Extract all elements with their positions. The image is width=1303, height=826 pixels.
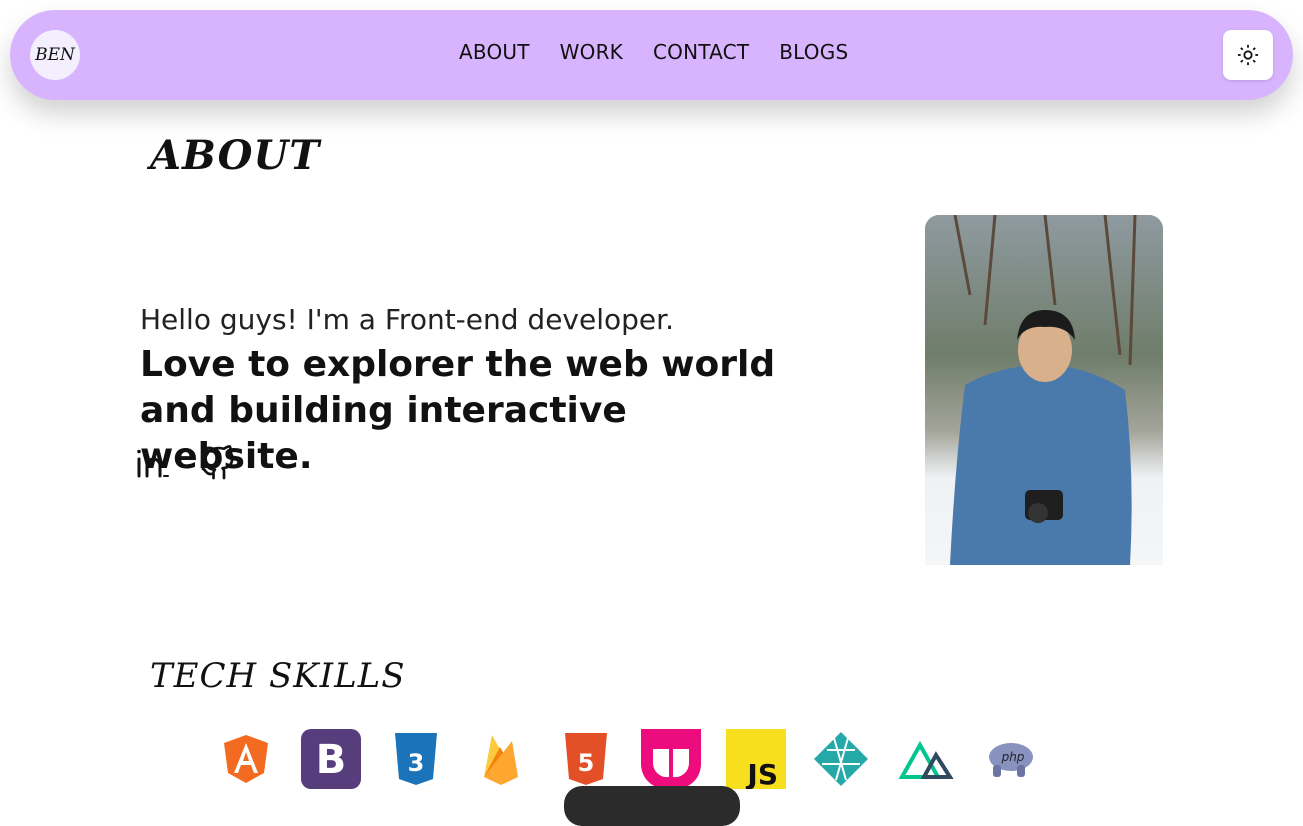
- php-icon: php: [980, 728, 1042, 790]
- theme-toggle-button[interactable]: [1223, 30, 1273, 80]
- svg-text:php: php: [1001, 750, 1025, 764]
- intro-tagline: Love to explorer the web world and build…: [140, 344, 776, 477]
- bootstrap-icon: B: [300, 728, 362, 790]
- social-links: [134, 445, 236, 481]
- javascript-icon: JS: [725, 728, 787, 790]
- nav-link-work[interactable]: WORK: [560, 40, 623, 64]
- svg-text:5: 5: [578, 749, 595, 777]
- jest-icon: [640, 728, 702, 790]
- nav-link-about[interactable]: ABOUT: [459, 40, 530, 64]
- svg-text:B: B: [316, 737, 347, 783]
- nav-links: ABOUT WORK CONTACT BLOGS: [459, 40, 848, 64]
- css3-icon: 3: [385, 728, 447, 790]
- svg-text:JS: JS: [745, 758, 778, 789]
- svg-text:3: 3: [408, 749, 425, 777]
- sun-icon: [1237, 44, 1259, 66]
- tech-skills-title: TECH SKILLS: [150, 656, 406, 696]
- nav-link-contact[interactable]: CONTACT: [653, 40, 749, 64]
- logo[interactable]: BEN: [30, 30, 80, 80]
- html5-icon: 5: [555, 728, 617, 790]
- github-icon[interactable]: [200, 445, 236, 481]
- intro-greeting: Hello guys! I'm a Front-end developer.: [140, 303, 674, 336]
- profile-photo: [925, 215, 1163, 565]
- firebase-icon: [470, 728, 532, 790]
- navbar: BEN ABOUT WORK CONTACT BLOGS: [10, 10, 1293, 100]
- angular-icon: [215, 728, 277, 790]
- netlify-icon: [810, 728, 872, 790]
- nav-link-blogs[interactable]: BLOGS: [779, 40, 848, 64]
- linkedin-icon[interactable]: [134, 445, 170, 481]
- about-intro: Hello guys! I'm a Front-end developer. L…: [140, 302, 840, 480]
- nuxt-icon: [895, 728, 957, 790]
- about-title: ABOUT: [150, 132, 321, 179]
- floating-toolbar[interactable]: [564, 786, 740, 826]
